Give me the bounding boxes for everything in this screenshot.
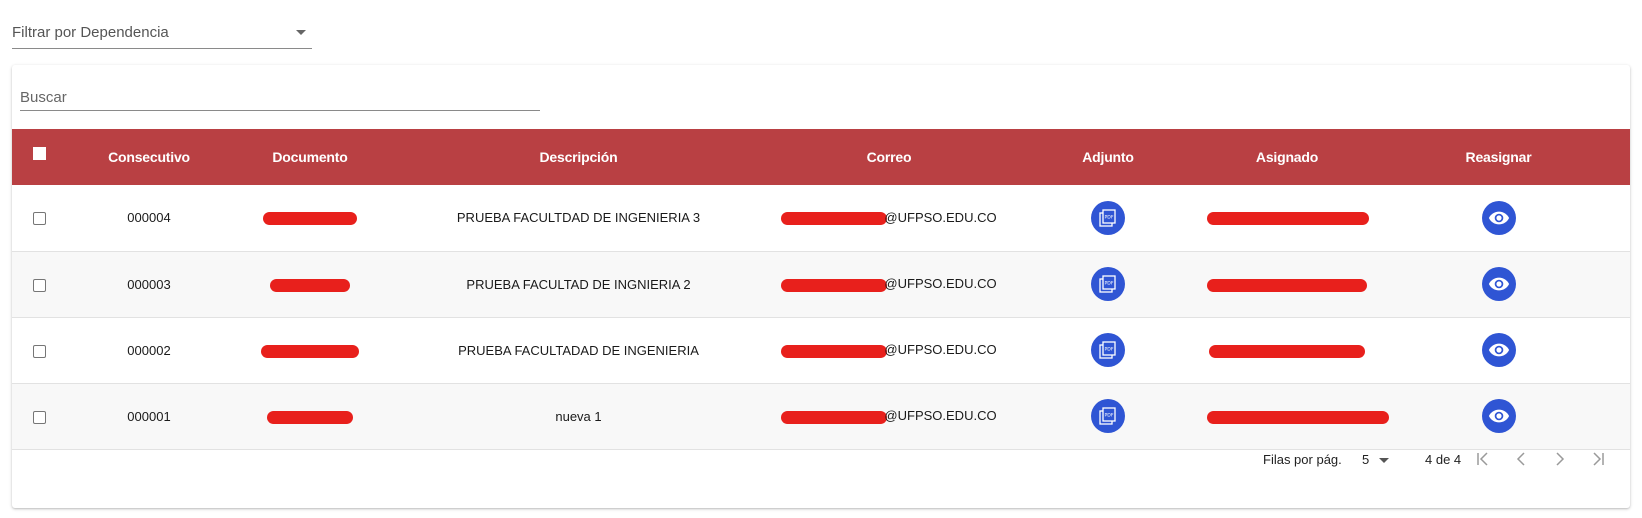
correo-visible-text: @UFPSO.EDU.CO <box>884 276 997 292</box>
header-correo[interactable]: Correo <box>769 129 1009 185</box>
reassign-view-button[interactable] <box>1481 267 1516 301</box>
dependency-filter-select[interactable]: Filtrar por Dependencia <box>12 18 312 49</box>
redaction-mark <box>1207 278 1367 292</box>
correo-visible-text: @UFPSO.EDU.CO <box>884 408 997 424</box>
eye-icon <box>1488 409 1509 423</box>
prev-page-button[interactable] <box>1510 448 1532 470</box>
asignado-cell <box>1207 185 1369 251</box>
row-checkbox[interactable] <box>32 410 46 424</box>
correo-visible-text: @UFPSO.EDU.CO <box>884 210 997 226</box>
row-checkbox[interactable] <box>32 212 46 226</box>
descripcion-cell: PRUEBA FACULTAD DE INGNIERIA 2 <box>466 276 691 292</box>
first-page-icon <box>1477 452 1488 466</box>
descripcion-cell: PRUEBA FACULTADAD DE INGENIERIA <box>458 342 699 358</box>
table-row: 000004 PRUEBA FACULTDAD DE INGENIERIA 3 … <box>12 185 1630 251</box>
adjunto-cell: PDF <box>1009 185 1207 251</box>
reasignar-cell <box>1367 317 1630 383</box>
pdf-icon: PDF <box>1099 407 1116 425</box>
last-page-button[interactable] <box>1587 448 1609 470</box>
chevron-left-icon <box>1516 452 1525 466</box>
first-page-button[interactable] <box>1472 448 1494 470</box>
eye-icon <box>1488 211 1509 225</box>
attachment-pdf-button[interactable]: PDF <box>1091 200 1125 235</box>
rows-per-page-label: Filas por pág. <box>1263 452 1342 467</box>
table-card: Consecutivo Documento Descripción Correo… <box>12 65 1630 508</box>
eye-icon <box>1488 277 1509 291</box>
header-documento[interactable]: Documento <box>232 129 388 185</box>
pdf-icon: PDF <box>1099 341 1116 359</box>
adjunto-cell: PDF <box>1009 251 1207 317</box>
svg-text:PDF: PDF <box>1105 281 1114 287</box>
pdf-icon: PDF <box>1099 275 1116 293</box>
chevron-right-icon <box>1556 452 1565 466</box>
asignado-cell <box>1207 251 1367 317</box>
table-row: 000002 PRUEBA FACULTADAD DE INGENIERIA @… <box>12 317 1630 383</box>
attachment-pdf-button[interactable]: PDF <box>1091 399 1125 433</box>
row-select-cell <box>12 185 66 251</box>
header-descripcion[interactable]: Descripción <box>388 129 769 185</box>
correo-cell: @UFPSO.EDU.CO <box>769 251 1009 317</box>
redaction-mark <box>781 344 888 358</box>
chevron-down-icon <box>296 30 306 35</box>
asignado-cell <box>1207 317 1367 383</box>
svg-text:PDF: PDF <box>1105 347 1114 353</box>
reassign-view-button[interactable] <box>1481 333 1516 367</box>
documento-cell <box>232 251 388 317</box>
redaction-mark <box>781 278 888 292</box>
reasignar-cell <box>1367 185 1630 251</box>
reasignar-cell <box>1367 251 1630 317</box>
last-page-icon <box>1593 452 1604 466</box>
correo-cell: @UFPSO.EDU.CO <box>769 317 1009 383</box>
consecutivo-cell: 000004 <box>127 210 171 226</box>
select-all-checkbox[interactable] <box>32 147 46 160</box>
redaction-mark <box>781 410 888 424</box>
correo-visible-text: @UFPSO.EDU.CO <box>884 342 997 358</box>
descripcion-cell: PRUEBA FACULTDAD DE INGENIERIA 3 <box>456 210 701 226</box>
data-table: Consecutivo Documento Descripción Correo… <box>12 129 1630 450</box>
row-checkbox[interactable] <box>32 278 46 292</box>
dependency-filter-label: Filtrar por Dependencia <box>12 24 169 41</box>
consecutivo-cell: 000003 <box>127 276 171 292</box>
eye-icon <box>1488 343 1509 357</box>
attachment-pdf-button[interactable]: PDF <box>1091 333 1125 367</box>
rows-per-page-select[interactable]: 5 <box>1362 452 1369 467</box>
reassign-view-button[interactable] <box>1481 200 1516 235</box>
documento-cell <box>232 185 388 251</box>
header-consecutivo[interactable]: Consecutivo <box>66 129 232 185</box>
table-header-row: Consecutivo Documento Descripción Correo… <box>12 129 1630 185</box>
header-reasignar: Reasignar <box>1465 149 1532 165</box>
header-adjunto: Adjunto <box>1082 149 1134 165</box>
adjunto-cell: PDF <box>1009 317 1207 383</box>
row-select-cell <box>12 317 66 383</box>
header-select-all[interactable] <box>12 129 66 185</box>
redaction-mark <box>1207 212 1369 226</box>
header-asignado[interactable]: Asignado <box>1207 129 1367 185</box>
consecutivo-cell: 000002 <box>127 342 171 358</box>
redaction-mark <box>270 278 350 292</box>
svg-text:PDF: PDF <box>1105 413 1114 419</box>
row-select-cell <box>12 251 66 317</box>
reassign-view-button[interactable] <box>1481 399 1516 433</box>
search-input[interactable] <box>20 81 540 111</box>
documento-cell <box>232 317 388 383</box>
chevron-down-icon[interactable] <box>1379 458 1389 463</box>
next-page-button[interactable] <box>1549 448 1571 470</box>
redaction-mark <box>261 344 359 358</box>
redaction-mark <box>1209 344 1365 358</box>
table-row: 000003 PRUEBA FACULTAD DE INGNIERIA 2 @U… <box>12 251 1630 317</box>
svg-text:PDF: PDF <box>1105 214 1114 220</box>
redaction-mark <box>267 410 353 424</box>
pdf-icon: PDF <box>1099 209 1116 227</box>
row-checkbox[interactable] <box>32 344 46 358</box>
redaction-mark <box>1207 410 1389 424</box>
page-info: 4 de 4 <box>1425 452 1462 467</box>
redaction-mark <box>263 212 357 226</box>
pagination-bar: Filas por pág. 5 4 de 4 <box>12 435 1630 485</box>
attachment-pdf-button[interactable]: PDF <box>1091 267 1125 301</box>
redaction-mark <box>781 212 888 226</box>
correo-cell: @UFPSO.EDU.CO <box>769 185 1009 251</box>
